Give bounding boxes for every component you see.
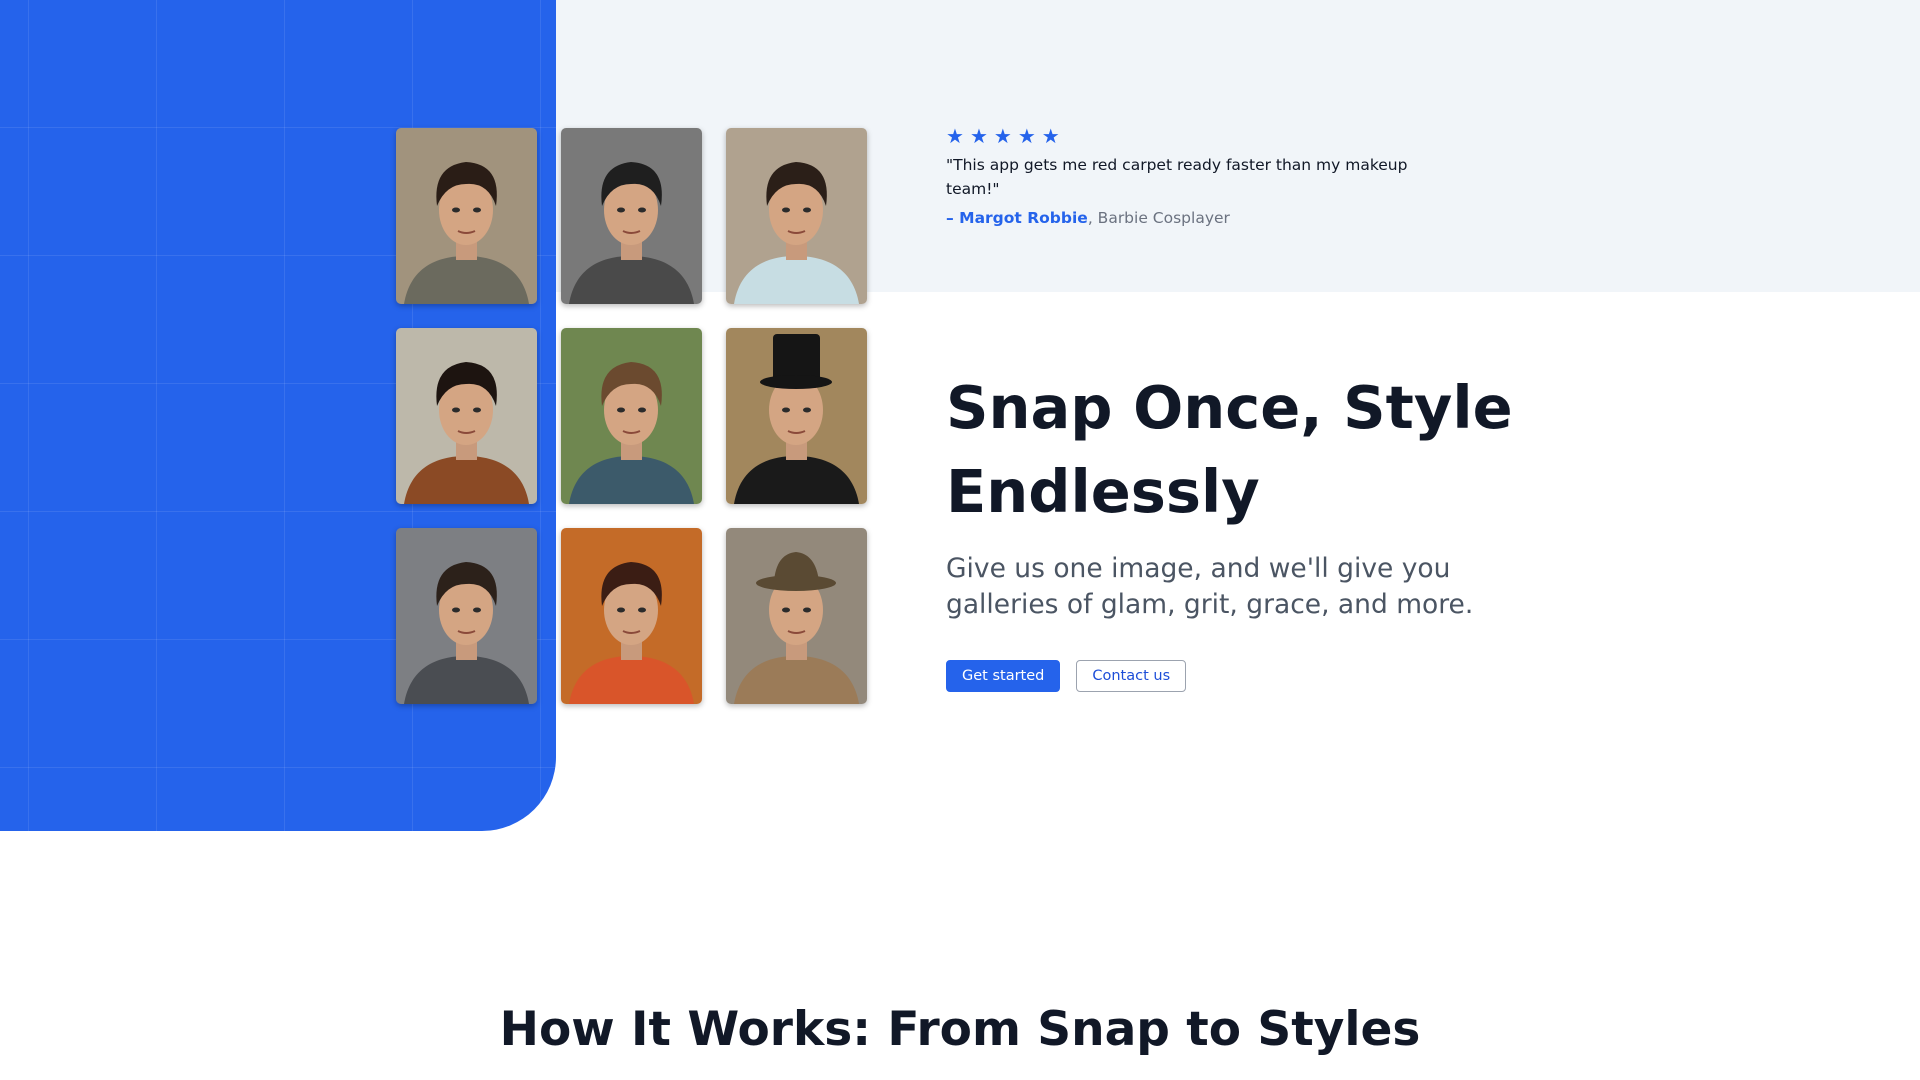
- photo-top-hat: [726, 328, 867, 504]
- hero-actions: Get started Contact us: [946, 660, 1187, 692]
- how-it-works-title: How It Works: From Snap to Styles: [499, 1002, 1421, 1057]
- testimonial-author: – Margot Robbie: [946, 209, 1088, 227]
- testimonial-attribution: – Margot Robbie, Barbie Cosplayer: [946, 209, 1416, 227]
- testimonial-role: , Barbie Cosplayer: [1087, 209, 1230, 227]
- star-icon: ★: [946, 124, 964, 148]
- star-icon: ★: [1041, 124, 1060, 148]
- star-icon: ★: [1017, 124, 1036, 148]
- photo-spiky-hair-scarf: [396, 328, 537, 504]
- photo-casual-tshirt: [396, 128, 537, 304]
- photo-grey-suit: [396, 528, 537, 704]
- photo-psychedelic-shirt: [561, 528, 702, 704]
- rating-stars: ★ ★ ★ ★ ★: [946, 126, 1416, 146]
- hero-subtitle: Give us one image, and we'll give you ga…: [946, 553, 1474, 620]
- hero-title: Snap Once, Style Endlessly: [946, 373, 1513, 526]
- testimonial: ★ ★ ★ ★ ★ "This app gets me red carpet ready…: [946, 126, 1416, 227]
- photo-mountain-jacket: [561, 328, 702, 504]
- testimonial-quote: "This app gets me red carpet ready faste…: [946, 156, 1408, 198]
- star-icon: ★: [969, 124, 988, 148]
- photo-fedora-trenchcoat: [726, 528, 867, 704]
- star-icon: ★: [993, 124, 1012, 148]
- contact-us-button[interactable]: Contact us: [1076, 660, 1187, 692]
- portrait-gallery: [396, 128, 867, 704]
- photo-black-and-white-city: [561, 128, 702, 304]
- get-started-button[interactable]: Get started: [946, 660, 1061, 692]
- photo-office-shirt: [726, 128, 867, 304]
